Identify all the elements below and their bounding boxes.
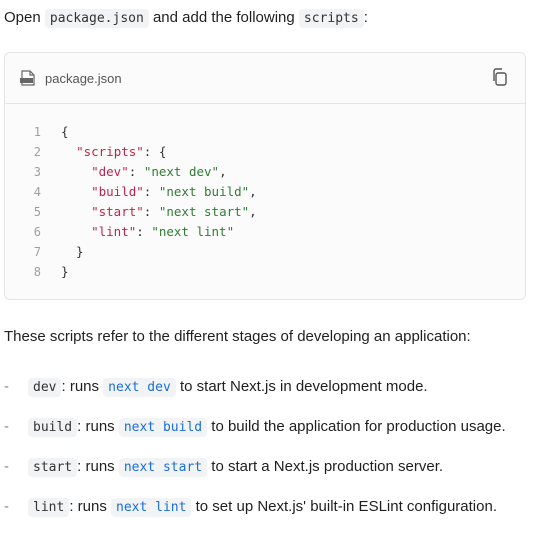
list-item-text: dev: runs next dev to start Next.js in d… bbox=[28, 374, 532, 401]
intro-text: Open package.json and add the following … bbox=[4, 8, 368, 29]
command-link[interactable]: next dev bbox=[103, 378, 176, 397]
list-dash: - bbox=[4, 418, 9, 435]
list-item-text: lint: runs next lint to set up Next.js' … bbox=[28, 494, 532, 521]
list-dash: - bbox=[4, 498, 9, 515]
code-file-name: package.json bbox=[45, 70, 122, 86]
code-key: "lint" bbox=[91, 224, 137, 239]
code-punct bbox=[61, 144, 76, 159]
list-desc: to build the application for production … bbox=[211, 418, 506, 435]
code-string: "next lint" bbox=[151, 224, 235, 239]
list-dash: - bbox=[4, 458, 9, 475]
line-number: 5 bbox=[33, 205, 41, 219]
list-item: - lint: runs next lint to set up Next.js'… bbox=[4, 494, 532, 521]
line-number: 7 bbox=[33, 245, 41, 259]
code-string: "next start" bbox=[158, 204, 250, 219]
code-punct: : bbox=[128, 164, 144, 179]
list-item: - start: runs next start to start a Next.… bbox=[4, 454, 532, 481]
script-name-code: start bbox=[28, 458, 78, 477]
code-text: "build": "next build", bbox=[61, 182, 257, 202]
list-sep: : runs bbox=[69, 498, 107, 515]
code-punct: } bbox=[61, 244, 84, 259]
code-line: 4 "build": "next build", bbox=[5, 182, 525, 202]
code-punct: : { bbox=[143, 144, 167, 159]
list-sep: : runs bbox=[61, 378, 99, 395]
intro-colon: : bbox=[363, 9, 368, 26]
script-name-code: lint bbox=[28, 498, 70, 517]
code-punct: , bbox=[249, 184, 257, 199]
list-desc: to start a Next.js production server. bbox=[211, 458, 444, 475]
intro-file-code: package.json bbox=[44, 9, 149, 28]
line-number: 3 bbox=[33, 165, 41, 179]
code-key: "start" bbox=[91, 204, 144, 219]
list-desc: to set up Next.js' built-in ESLint confi… bbox=[195, 498, 497, 515]
list-item-text: start: runs next start to start a Next.j… bbox=[28, 454, 532, 481]
list-item-text: build: runs next build to build the appl… bbox=[28, 414, 532, 441]
line-number: 6 bbox=[33, 225, 41, 239]
code-punct: : bbox=[136, 224, 152, 239]
intro-open: Open bbox=[4, 9, 41, 26]
intro-scripts-code: scripts bbox=[298, 9, 364, 28]
list-sep: : runs bbox=[77, 458, 115, 475]
code-line: 7 } bbox=[5, 242, 525, 262]
code-line: 5 "start": "next start", bbox=[5, 202, 525, 222]
code-key: "scripts" bbox=[76, 144, 144, 159]
code-key: "dev" bbox=[91, 164, 129, 179]
code-punct: : bbox=[143, 184, 159, 199]
code-line: 3 "dev": "next dev", bbox=[5, 162, 525, 182]
code-punct bbox=[61, 204, 91, 219]
code-punct: : bbox=[143, 204, 159, 219]
script-name-code: dev bbox=[28, 378, 62, 397]
code-punct: { bbox=[61, 124, 69, 139]
code-text: "dev": "next dev", bbox=[61, 162, 227, 182]
code-line: 6 "lint": "next lint" bbox=[5, 222, 525, 242]
code-block-header: package.json bbox=[5, 53, 525, 104]
code-key: "build" bbox=[91, 184, 144, 199]
code-text: } bbox=[61, 242, 84, 262]
code-string: "next dev" bbox=[143, 164, 220, 179]
code-text: "lint": "next lint" bbox=[61, 222, 234, 242]
list-desc: to start Next.js in development mode. bbox=[179, 378, 428, 395]
code-body: 1{2 "scripts": {3 "dev": "next dev", 4 "b… bbox=[5, 104, 525, 282]
copy-icon[interactable] bbox=[491, 68, 509, 88]
list-sep: : runs bbox=[77, 418, 115, 435]
line-number: 1 bbox=[33, 125, 41, 139]
code-text: { bbox=[61, 122, 69, 142]
code-text: "scripts": { bbox=[61, 142, 166, 162]
command-link[interactable]: next start bbox=[118, 458, 208, 477]
code-line: 2 "scripts": { bbox=[5, 142, 525, 162]
command-link[interactable]: next lint bbox=[111, 498, 192, 517]
code-punct bbox=[61, 184, 91, 199]
code-text: } bbox=[61, 262, 69, 282]
code-punct: , bbox=[249, 204, 257, 219]
code-line: 1{ bbox=[5, 122, 525, 142]
list-dash: - bbox=[4, 378, 9, 395]
intro-mid: and add the following bbox=[152, 9, 295, 26]
script-name-code: build bbox=[28, 418, 78, 437]
code-punct bbox=[61, 164, 91, 179]
paragraph: These scripts refer to the different sta… bbox=[4, 328, 471, 345]
code-punct bbox=[61, 224, 91, 239]
line-number: 4 bbox=[33, 185, 41, 199]
list-item: - build: runs next build to build the app… bbox=[4, 414, 532, 441]
code-string: "next build" bbox=[158, 184, 250, 199]
code-text: "start": "next start", bbox=[61, 202, 257, 222]
code-line: 8} bbox=[5, 262, 525, 282]
code-block: package.json 1{2 "scripts": {3 "dev": "n… bbox=[4, 52, 526, 300]
scripts-list: - dev: runs next dev to start Next.js in … bbox=[4, 374, 532, 534]
code-punct: } bbox=[61, 264, 69, 279]
list-item: - dev: runs next dev to start Next.js in … bbox=[4, 374, 532, 401]
code-punct: , bbox=[219, 164, 227, 179]
line-number: 2 bbox=[33, 145, 41, 159]
file-icon bbox=[20, 70, 35, 86]
line-number: 8 bbox=[33, 265, 41, 279]
command-link[interactable]: next build bbox=[118, 418, 208, 437]
